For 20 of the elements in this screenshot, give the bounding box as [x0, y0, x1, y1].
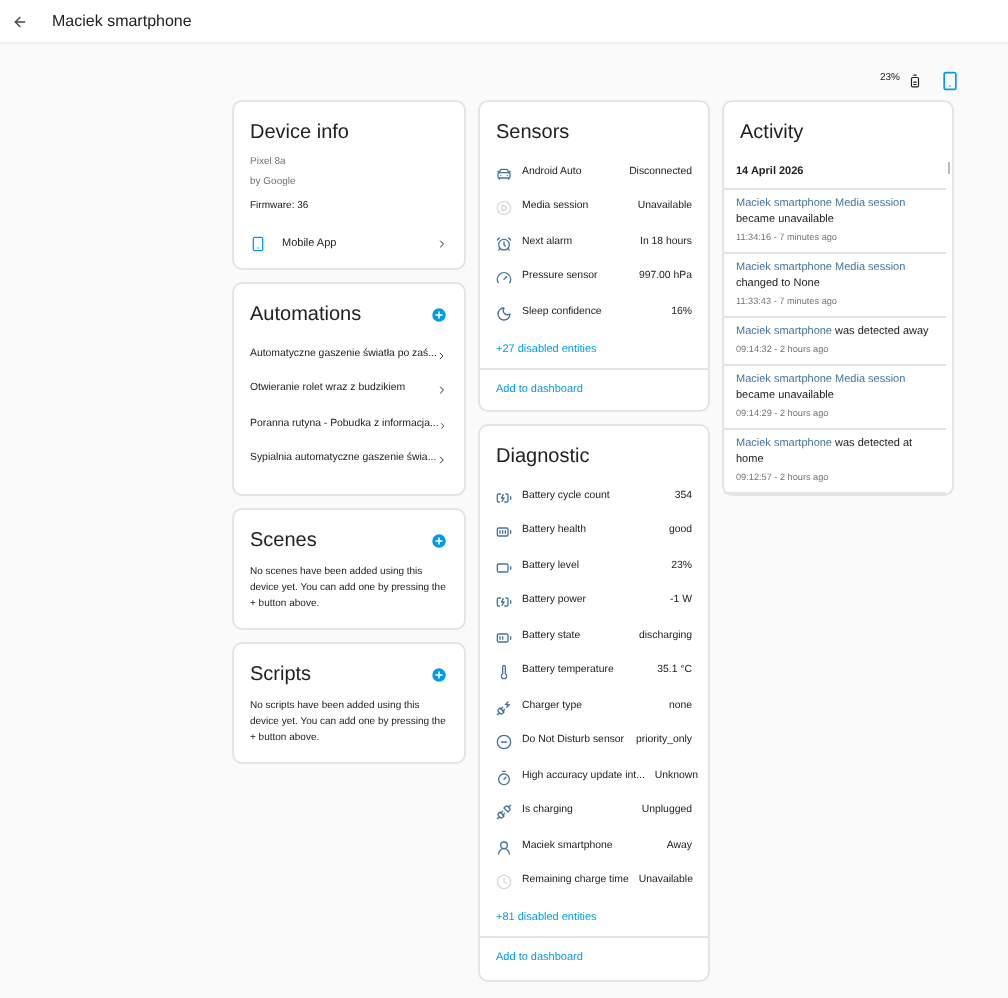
phone-icon[interactable] [940, 69, 960, 91]
card-title: Activity [740, 120, 804, 148]
back-icon[interactable] [12, 13, 28, 29]
card-title: Scenes [250, 527, 317, 556]
chevron-icon [436, 384, 448, 396]
chevron-icon [436, 349, 448, 361]
add-icon[interactable] [430, 665, 448, 684]
card-title: Automations [250, 301, 362, 330]
page-title: Maciek smartphone [52, 9, 192, 33]
card-title: Sensors [496, 120, 570, 148]
add-icon[interactable] [430, 531, 448, 550]
add-icon[interactable] [430, 305, 448, 324]
chevron-icon [438, 419, 448, 431]
phone-icon [250, 235, 266, 252]
battery-icon [908, 73, 922, 87]
chevron-icon [436, 454, 448, 466]
card-title: Diagnostic [496, 444, 590, 472]
card-title: Device info [250, 120, 349, 148]
chevron-icon [436, 237, 448, 250]
card-title: Scripts [250, 661, 312, 690]
